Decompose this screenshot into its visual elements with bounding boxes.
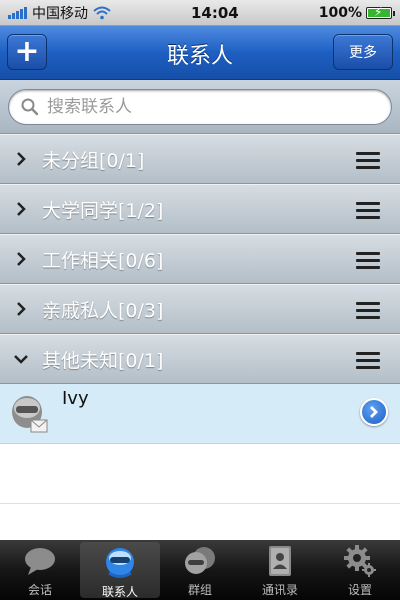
group-label: 其他未知[0/1] — [42, 349, 164, 372]
contact-avatar-icon — [12, 396, 48, 433]
contact-row[interactable]: Ivy — [0, 384, 400, 444]
tab-label: 设置 — [347, 583, 372, 597]
wifi-icon — [93, 6, 111, 19]
group-row-expanded[interactable]: 其他未知[0/1] — [0, 334, 400, 384]
avatar — [0, 384, 58, 444]
empty-row — [0, 444, 400, 504]
nav-bar: + 联系人 更多 — [0, 26, 400, 80]
search-bar — [0, 80, 400, 134]
tab-label: 联系人 — [101, 585, 138, 599]
menu-icon[interactable] — [356, 252, 380, 269]
menu-icon[interactable] — [356, 202, 380, 219]
group-label: 未分组[0/1] — [42, 149, 145, 172]
group-label: 亲戚私人[0/3] — [42, 299, 164, 322]
status-time: 14:04 — [190, 3, 239, 22]
status-bar: 中国移动 14:04 100% ⚡ — [0, 0, 400, 26]
address-book-icon — [263, 544, 297, 578]
group-label: 大学同学[1/2] — [42, 199, 164, 222]
contacts-icon — [103, 546, 137, 580]
group-row[interactable]: 未分组[0/1] — [0, 134, 400, 184]
battery-icon: ⚡ — [365, 5, 395, 19]
battery-percent: 100% — [318, 4, 362, 21]
detail-disclosure-button[interactable] — [360, 398, 388, 426]
tab-label: 群组 — [187, 583, 212, 597]
menu-icon[interactable] — [356, 302, 380, 319]
more-button[interactable]: 更多 — [333, 34, 393, 70]
search-field[interactable] — [8, 89, 392, 125]
status-left: 中国移动 — [8, 3, 111, 23]
tab-settings[interactable]: 设置 — [320, 540, 400, 600]
carrier-label: 中国移动 — [32, 5, 88, 22]
search-icon — [21, 98, 39, 116]
chevron-down-icon — [0, 353, 42, 365]
menu-icon[interactable] — [356, 152, 380, 169]
chevron-right-icon — [0, 201, 42, 217]
tab-address-book[interactable]: 通讯录 — [240, 540, 320, 600]
group-row[interactable]: 大学同学[1/2] — [0, 184, 400, 234]
group-icon — [183, 544, 217, 578]
status-right: 100% ⚡ — [318, 4, 395, 21]
chevron-right-icon — [0, 301, 42, 317]
menu-icon[interactable] — [356, 352, 380, 369]
group-row[interactable]: 工作相关[0/6] — [0, 234, 400, 284]
chevron-right-icon — [370, 406, 378, 418]
tab-bar: 会话 联系人 群组 通讯录 设置 — [0, 540, 400, 600]
chevron-right-icon — [0, 151, 42, 167]
gear-icon — [343, 544, 377, 578]
tab-label: 会话 — [27, 583, 52, 597]
tab-label: 通讯录 — [261, 583, 298, 597]
chevron-right-icon — [0, 251, 42, 267]
contact-group-list: 未分组[0/1] 大学同学[1/2] 工作相关[0/6] 亲戚私人[0/3] 其… — [0, 134, 400, 504]
group-label: 工作相关[0/6] — [42, 249, 164, 272]
signal-icon — [8, 6, 27, 19]
tab-contacts[interactable]: 联系人 — [80, 542, 160, 599]
group-row[interactable]: 亲戚私人[0/3] — [0, 284, 400, 334]
tab-conversations[interactable]: 会话 — [0, 540, 80, 600]
contact-name: Ivy — [62, 388, 89, 409]
chat-bubble-icon — [23, 544, 57, 578]
tab-groups[interactable]: 群组 — [160, 540, 240, 600]
search-input[interactable] — [47, 97, 367, 117]
